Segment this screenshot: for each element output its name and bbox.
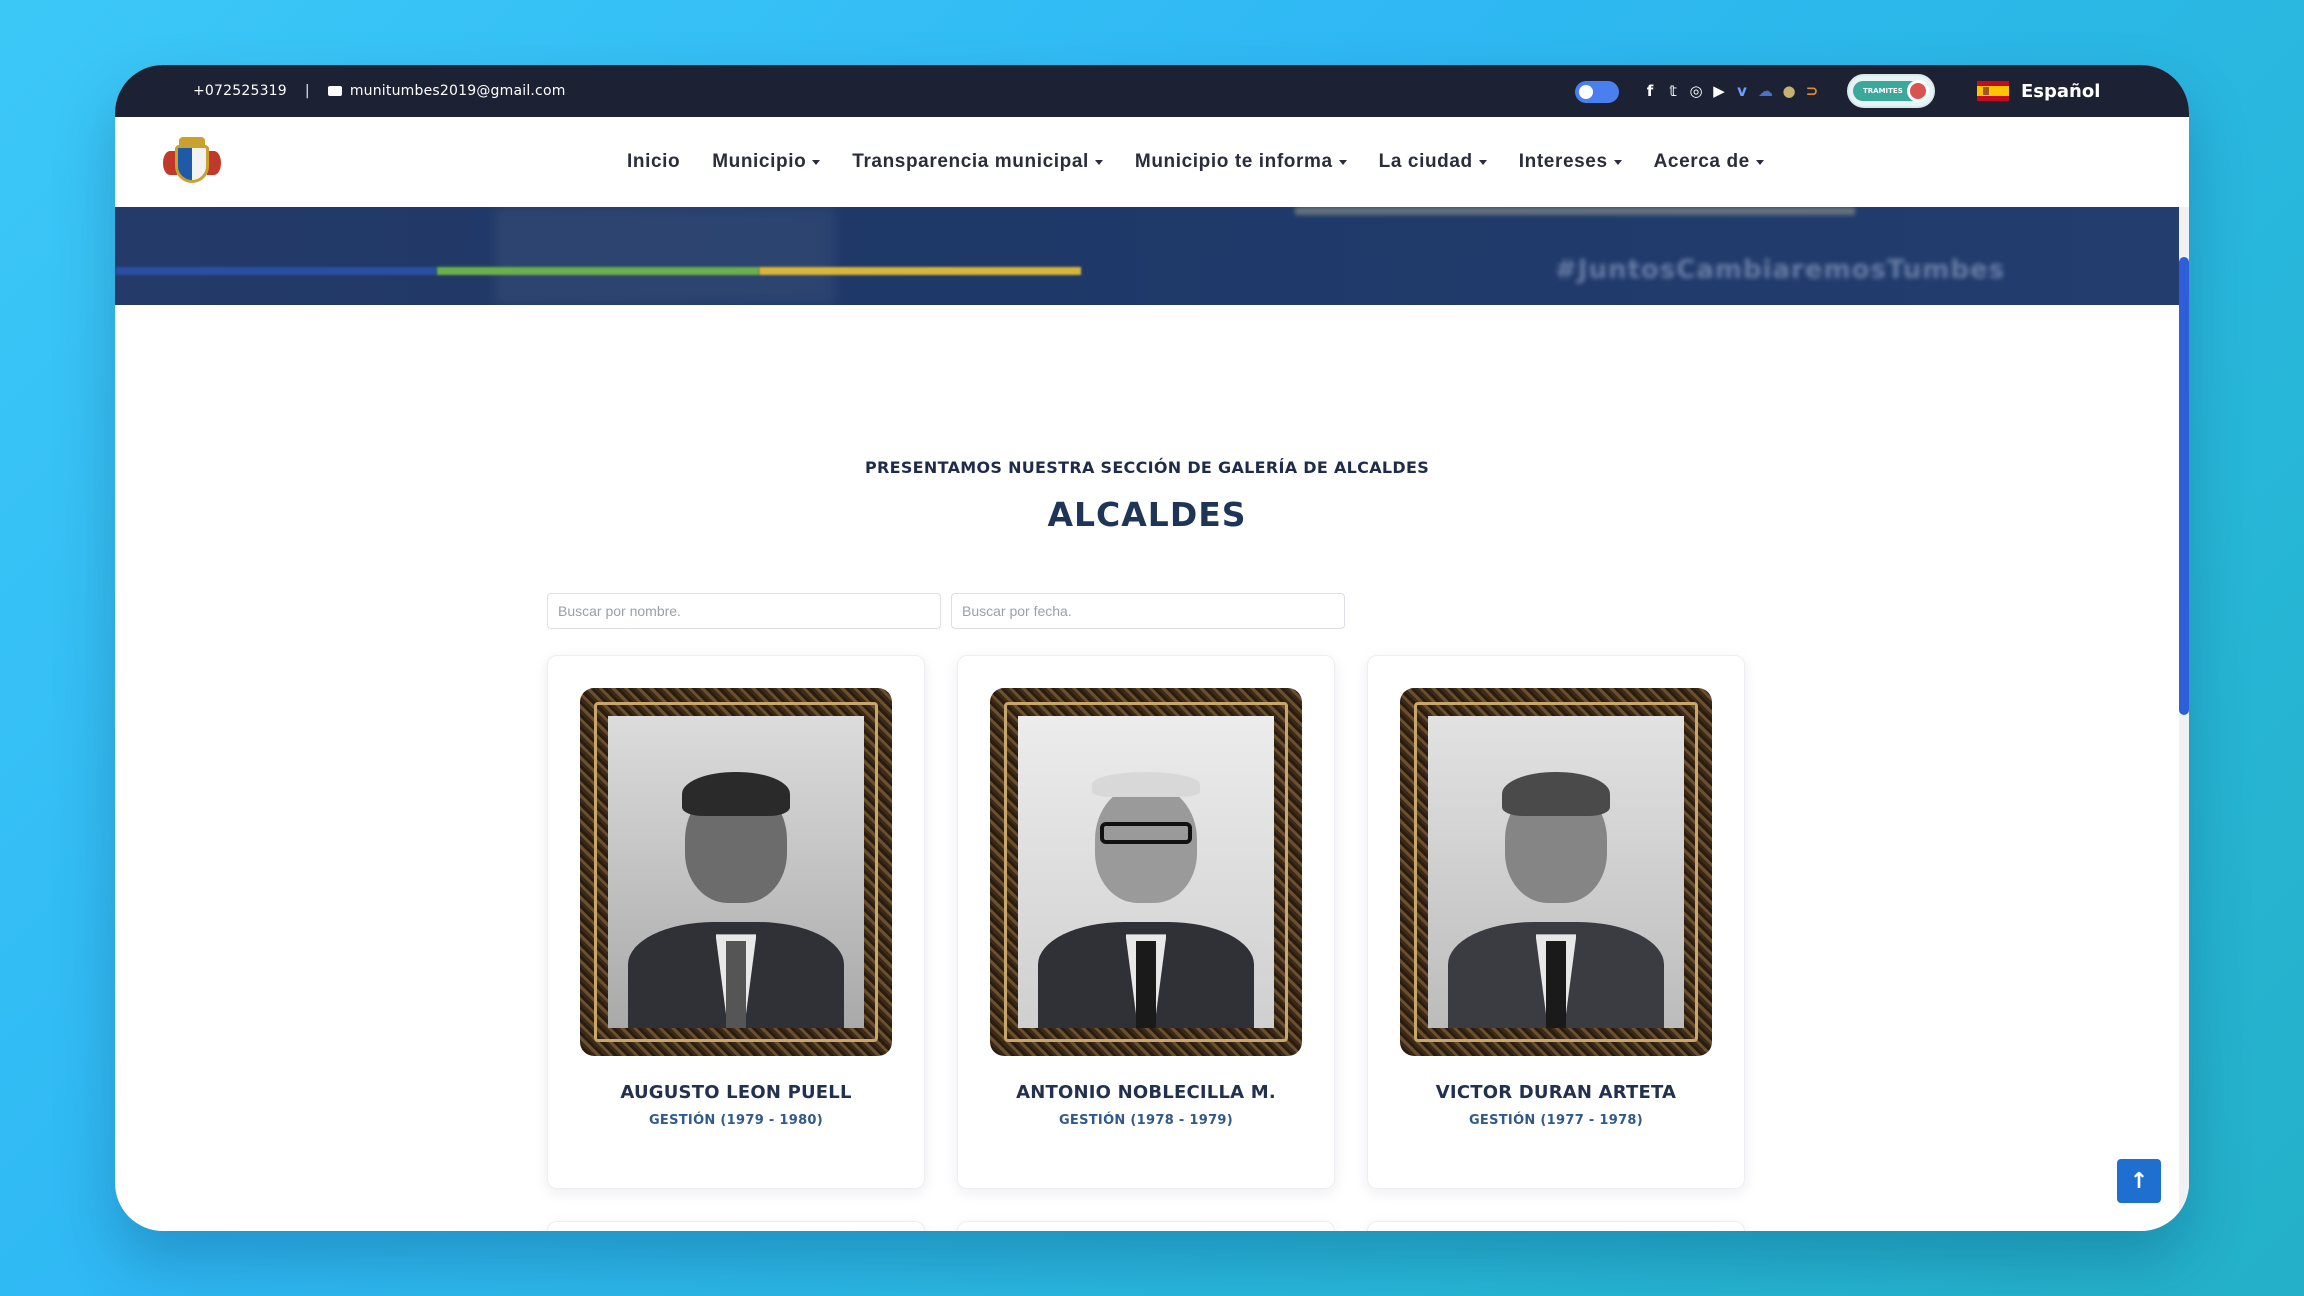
municipality-logo[interactable] bbox=[161, 137, 223, 187]
theme-toggle[interactable] bbox=[1575, 81, 1619, 103]
mayor-card-partial[interactable] bbox=[957, 1221, 1335, 1231]
vimeo-icon[interactable]: v bbox=[1735, 82, 1749, 100]
link-icon[interactable]: ⊃ bbox=[1805, 82, 1819, 100]
scrollbar-thumb[interactable] bbox=[2179, 257, 2189, 715]
search-by-date-input[interactable] bbox=[951, 593, 1345, 629]
mail-icon bbox=[327, 86, 342, 96]
arrow-up-icon: ↑ bbox=[2129, 1168, 2149, 1194]
mayor-card-partial[interactable] bbox=[1367, 1221, 1745, 1231]
mayor-period: GESTIÓN (1977 - 1978) bbox=[1468, 1113, 1644, 1128]
mayor-card[interactable]: VICTOR DURAN ARTETA GESTIÓN (1977 - 1978… bbox=[1367, 655, 1745, 1189]
nav-item-intereses[interactable]: Intereses bbox=[1519, 151, 1622, 173]
banner-stripe-blue bbox=[115, 267, 437, 275]
banner-stripe-yellow bbox=[759, 267, 1081, 275]
portrait-tie bbox=[1545, 940, 1567, 1028]
mayor-card[interactable]: ANTONIO NOBLECILLA M. GESTIÓN (1978 - 19… bbox=[957, 655, 1335, 1189]
language-label: Español bbox=[2021, 80, 2101, 102]
twitter-icon[interactable]: 𝕥 bbox=[1666, 82, 1680, 100]
nav-item-inicio[interactable]: Inicio bbox=[627, 151, 680, 173]
nav-label: Municipio bbox=[712, 151, 807, 172]
mayor-name: AUGUSTO LEON PUELL bbox=[620, 1082, 852, 1103]
nav-label: Acerca de bbox=[1653, 151, 1750, 172]
mayor-portrait bbox=[1428, 716, 1684, 1028]
nav-item-municipio[interactable]: Municipio bbox=[712, 151, 821, 173]
nav-item-acerca-de[interactable]: Acerca de bbox=[1654, 151, 1764, 173]
nav-label: Intereses bbox=[1518, 151, 1608, 172]
youtube-icon[interactable]: ▶ bbox=[1712, 82, 1726, 100]
caret-down-icon bbox=[812, 159, 821, 165]
nav-item-la-ciudad[interactable]: La ciudad bbox=[1379, 151, 1487, 173]
nav-item-municipio-informa[interactable]: Municipio te informa bbox=[1135, 151, 1347, 173]
seal-icon[interactable]: ● bbox=[1782, 82, 1796, 100]
logo-wing-right bbox=[207, 151, 221, 175]
browser-window: +072525319 | munitumbes2019@gmail.com f … bbox=[115, 65, 2189, 1231]
caret-down-icon bbox=[1094, 159, 1103, 165]
portrait-hair bbox=[1502, 772, 1610, 816]
portrait-tie bbox=[725, 940, 747, 1028]
portrait-tie bbox=[1135, 940, 1157, 1028]
search-by-name-input[interactable] bbox=[547, 593, 941, 629]
portrait-frame bbox=[990, 688, 1302, 1056]
tramites-knob-icon bbox=[1907, 80, 1929, 102]
email-link[interactable]: munitumbes2019@gmail.com bbox=[350, 83, 566, 99]
mayor-card[interactable]: AUGUSTO LEON PUELL GESTIÓN (1979 - 1980) bbox=[547, 655, 925, 1189]
top-bar: +072525319 | munitumbes2019@gmail.com f … bbox=[115, 65, 2189, 117]
main-navbar: Inicio Municipio Transparencia municipal… bbox=[115, 117, 2189, 207]
gallery-section: PRESENTAMOS NUESTRA SECCIÓN DE GALERÍA D… bbox=[115, 305, 2179, 1231]
mayor-name: VICTOR DURAN ARTETA bbox=[1435, 1082, 1677, 1103]
mayor-period: GESTIÓN (1979 - 1980) bbox=[648, 1113, 824, 1128]
mayor-portrait bbox=[1018, 716, 1274, 1028]
banner-blur bbox=[495, 207, 835, 305]
section-title: ALCALDES bbox=[1047, 495, 1247, 534]
mayor-portrait bbox=[608, 716, 864, 1028]
section-subtitle: PRESENTAMOS NUESTRA SECCIÓN DE GALERÍA D… bbox=[864, 458, 1430, 477]
cloud-icon[interactable]: ☁ bbox=[1758, 82, 1773, 100]
caret-down-icon bbox=[1755, 159, 1764, 165]
separator: | bbox=[304, 83, 310, 99]
hero-banner: #JuntosCambiaremosTumbes bbox=[115, 207, 2179, 305]
spain-flag-icon bbox=[1977, 81, 2009, 101]
banner-stripe-green bbox=[437, 267, 759, 275]
nav-label: Inicio bbox=[627, 151, 681, 172]
portrait-frame bbox=[580, 688, 892, 1056]
mayor-name: ANTONIO NOBLECILLA M. bbox=[1016, 1082, 1276, 1103]
nav-label: Transparencia municipal bbox=[852, 151, 1089, 172]
language-selector[interactable]: Español bbox=[1977, 65, 2100, 117]
mayor-card-partial[interactable] bbox=[547, 1221, 925, 1231]
portrait-frame bbox=[1400, 688, 1712, 1056]
caret-down-icon bbox=[1338, 159, 1347, 165]
portrait-glasses bbox=[1099, 822, 1193, 844]
nav-label: Municipio te informa bbox=[1134, 151, 1333, 172]
caret-down-icon bbox=[1613, 159, 1622, 165]
phone-number: +072525319 bbox=[193, 83, 287, 99]
instagram-icon[interactable]: ◎ bbox=[1689, 82, 1703, 100]
portrait-hair bbox=[682, 772, 790, 816]
banner-top-glow bbox=[1295, 207, 1855, 215]
banner-hashtag: #JuntosCambiaremosTumbes bbox=[1555, 255, 2006, 285]
mayor-period: GESTIÓN (1978 - 1979) bbox=[1058, 1113, 1234, 1128]
tramites-button[interactable]: TRAMITES bbox=[1847, 74, 1935, 108]
logo-shield bbox=[175, 145, 209, 183]
nav-label: La ciudad bbox=[1378, 151, 1473, 172]
portrait-hair bbox=[1092, 772, 1200, 798]
facebook-icon[interactable]: f bbox=[1643, 82, 1657, 100]
social-links: f 𝕥 ◎ ▶ v ☁ ● ⊃ bbox=[1643, 65, 1819, 117]
caret-down-icon bbox=[1478, 159, 1487, 165]
scroll-to-top-button[interactable]: ↑ bbox=[2117, 1159, 2161, 1203]
nav-menu: Inicio Municipio Transparencia municipal… bbox=[627, 117, 1764, 207]
nav-item-transparencia[interactable]: Transparencia municipal bbox=[852, 151, 1103, 173]
contact-info: +072525319 | munitumbes2019@gmail.com bbox=[193, 65, 566, 117]
